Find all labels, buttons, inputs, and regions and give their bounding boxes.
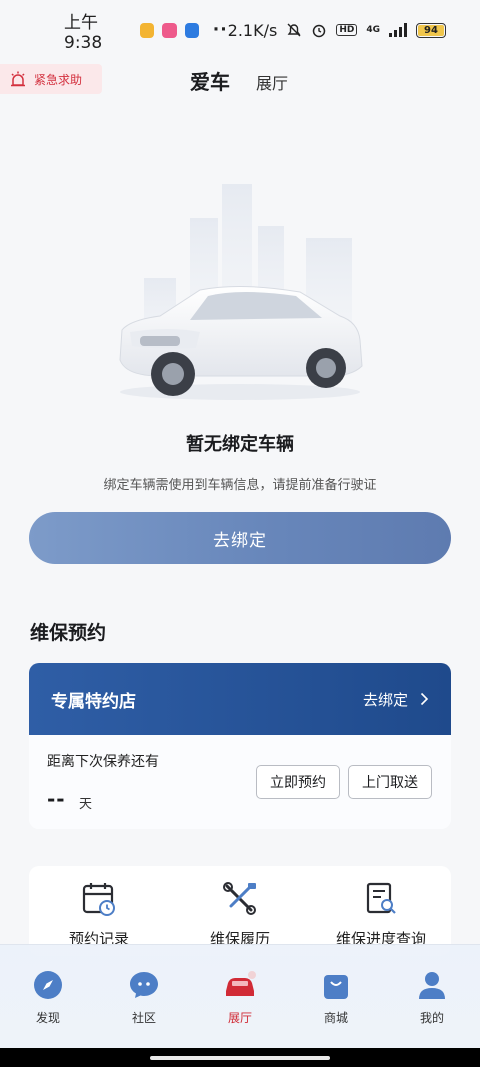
home-indicator[interactable]	[150, 1056, 330, 1060]
tab-aiche[interactable]: 爱车	[190, 66, 230, 95]
battery-icon: 94	[416, 22, 446, 38]
service-maintenance-history[interactable]: 维保履历	[170, 880, 310, 949]
dealer-bind-link[interactable]: 去绑定	[363, 689, 429, 710]
calendar-icon	[82, 883, 115, 916]
nav-community[interactable]: 社区	[114, 969, 174, 1026]
notification-app-icon	[184, 22, 199, 38]
mute-icon	[287, 23, 301, 37]
empty-state-title: 暂无绑定车辆	[186, 434, 294, 455]
no-car-illustration	[119, 184, 363, 400]
notification-app-icon	[162, 22, 177, 38]
pickup-delivery-button[interactable]: 上门取送	[348, 765, 432, 799]
dealer-card: 专属特约店 去绑定 距离下次保养还有 -- 天 立即预约 上门取送	[29, 663, 451, 829]
car-icon	[226, 971, 256, 996]
nav-mine[interactable]: 我的	[402, 969, 462, 1026]
signal-icon	[389, 23, 407, 37]
status-bar: 上午9:38 ·· 2.1K/s HD 4G 94	[0, 0, 480, 60]
next-service-panel: 距离下次保养还有 -- 天 立即预约 上门取送	[29, 735, 451, 829]
more-notifications-icon: ··	[212, 20, 228, 40]
shopping-bag-icon	[324, 975, 348, 999]
nav-discover[interactable]: 发现	[18, 969, 78, 1026]
gesture-area	[0, 1048, 480, 1067]
book-now-button[interactable]: 立即预约	[256, 765, 340, 799]
user-icon	[419, 972, 445, 999]
network-type: 4G	[366, 25, 380, 35]
maintenance-section-title: 维保预约	[30, 622, 107, 644]
empty-state-subtitle: 绑定车辆需使用到车辆信息，请提前准备行驶证	[103, 478, 377, 493]
alarm-icon	[313, 24, 326, 38]
sos-button[interactable]: 紧急求助	[0, 64, 102, 94]
dealer-header: 专属特约店 去绑定	[29, 663, 451, 735]
compass-icon	[34, 971, 62, 999]
progress-doc-icon	[366, 882, 396, 914]
nav-label: 社区	[131, 1011, 156, 1025]
next-service-unit: 天	[79, 797, 93, 812]
battery-level: 94	[424, 24, 438, 36]
siren-icon	[11, 71, 25, 87]
service-progress-query[interactable]: 维保进度查询	[311, 880, 451, 949]
notification-app-icon	[140, 22, 155, 38]
header: 紧急求助 爱车 展厅	[0, 60, 480, 100]
bottom-navigation: 发现 社区 展厅 商城 我的	[0, 944, 480, 1048]
service-shortcuts: 预约记录 维保履历 维保进度查询	[29, 866, 451, 956]
next-service-label: 距离下次保养还有	[47, 754, 159, 770]
tools-icon	[223, 882, 256, 915]
dealer-bind-label: 去绑定	[362, 690, 408, 709]
chevron-right-icon	[420, 692, 429, 706]
hd-icon: HD	[336, 24, 358, 36]
network-speed: 2.1K/s	[227, 20, 278, 40]
nav-mall[interactable]: 商城	[306, 969, 366, 1026]
service-booking-records[interactable]: 预约记录	[29, 880, 169, 949]
nav-label: 我的	[419, 1011, 444, 1025]
next-service-days: --	[47, 787, 66, 811]
bind-car-button[interactable]: 去绑定	[29, 512, 451, 564]
nav-label: 商城	[323, 1011, 348, 1025]
sos-label: 紧急求助	[34, 72, 83, 87]
nav-label: 展厅	[227, 1011, 252, 1025]
nav-showroom[interactable]: 展厅	[210, 969, 270, 1026]
dealer-label: 专属特约店	[51, 691, 136, 712]
tab-zhanting[interactable]: 展厅	[256, 70, 288, 94]
chat-icon	[130, 972, 158, 998]
status-time: 上午9:38	[64, 12, 103, 53]
nav-label: 发现	[35, 1011, 60, 1025]
